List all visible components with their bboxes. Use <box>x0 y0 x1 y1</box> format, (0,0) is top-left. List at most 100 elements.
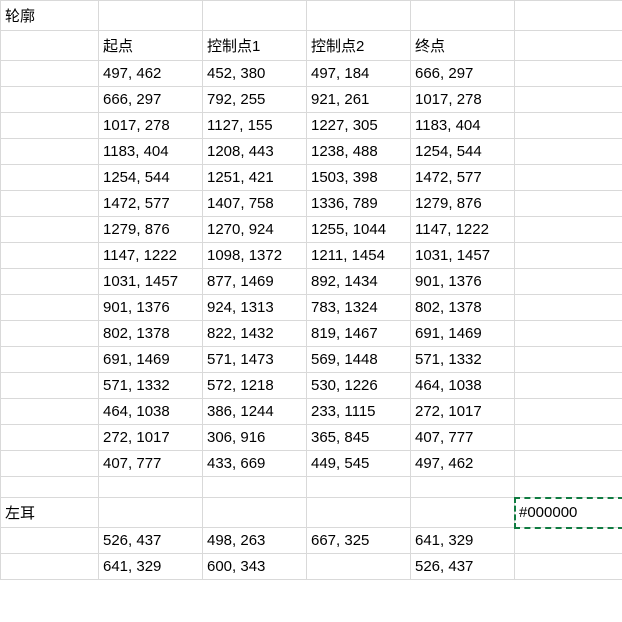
cell[interactable] <box>1 139 99 165</box>
cell[interactable]: 802, 1378 <box>99 321 203 347</box>
cell[interactable]: 1472, 577 <box>99 191 203 217</box>
cell[interactable] <box>1 113 99 139</box>
cell[interactable] <box>203 1 307 31</box>
cell[interactable] <box>203 477 307 498</box>
cell[interactable] <box>515 217 622 243</box>
cell[interactable]: 1254, 544 <box>99 165 203 191</box>
cell[interactable] <box>307 554 411 580</box>
cell[interactable]: 571, 1332 <box>411 347 515 373</box>
cell[interactable] <box>515 399 622 425</box>
cell[interactable]: 792, 255 <box>203 87 307 113</box>
cell[interactable]: 386, 1244 <box>203 399 307 425</box>
cell[interactable]: 691, 1469 <box>99 347 203 373</box>
cell[interactable] <box>515 165 622 191</box>
cell[interactable]: 497, 184 <box>307 61 411 87</box>
header-cell[interactable]: 起点 <box>99 31 203 61</box>
cell[interactable]: 641, 329 <box>411 528 515 554</box>
cell[interactable] <box>99 477 203 498</box>
cell[interactable] <box>307 498 411 528</box>
cell[interactable] <box>515 477 622 498</box>
cell[interactable] <box>515 87 622 113</box>
cell[interactable] <box>1 321 99 347</box>
cell[interactable]: 1279, 876 <box>99 217 203 243</box>
cell[interactable] <box>411 1 515 31</box>
cell[interactable] <box>203 498 307 528</box>
cell[interactable]: 497, 462 <box>411 451 515 477</box>
cell[interactable] <box>411 498 515 528</box>
cell[interactable] <box>515 61 622 87</box>
cell[interactable]: 571, 1332 <box>99 373 203 399</box>
cell[interactable]: 407, 777 <box>99 451 203 477</box>
cell[interactable] <box>515 528 622 554</box>
cell[interactable]: 526, 437 <box>99 528 203 554</box>
cell[interactable] <box>1 61 99 87</box>
cell[interactable]: 641, 329 <box>99 554 203 580</box>
cell[interactable]: 1208, 443 <box>203 139 307 165</box>
cell[interactable]: 233, 1115 <box>307 399 411 425</box>
cell[interactable] <box>515 139 622 165</box>
cell[interactable]: 1098, 1372 <box>203 243 307 269</box>
cell[interactable] <box>1 373 99 399</box>
cell[interactable]: 1254, 544 <box>411 139 515 165</box>
cell[interactable] <box>1 269 99 295</box>
cell[interactable]: 921, 261 <box>307 87 411 113</box>
cell[interactable] <box>515 269 622 295</box>
cell[interactable]: 877, 1469 <box>203 269 307 295</box>
cell[interactable] <box>515 347 622 373</box>
cell[interactable] <box>1 217 99 243</box>
cell[interactable]: 892, 1434 <box>307 269 411 295</box>
cell[interactable] <box>515 451 622 477</box>
cell[interactable]: 433, 669 <box>203 451 307 477</box>
cell[interactable]: 1279, 876 <box>411 191 515 217</box>
cell[interactable]: 569, 1448 <box>307 347 411 373</box>
cell[interactable] <box>1 477 99 498</box>
cell[interactable] <box>1 87 99 113</box>
cell[interactable]: 666, 297 <box>99 87 203 113</box>
cell[interactable] <box>1 191 99 217</box>
cell[interactable] <box>1 528 99 554</box>
cell[interactable] <box>1 425 99 451</box>
cell[interactable]: 901, 1376 <box>99 295 203 321</box>
cell[interactable] <box>515 554 622 580</box>
cell[interactable]: 1251, 421 <box>203 165 307 191</box>
cell[interactable] <box>307 1 411 31</box>
cell[interactable]: 666, 297 <box>411 61 515 87</box>
cell[interactable]: 802, 1378 <box>411 295 515 321</box>
cell[interactable]: 272, 1017 <box>99 425 203 451</box>
cell[interactable]: 1031, 1457 <box>411 243 515 269</box>
cell[interactable]: 1211, 1454 <box>307 243 411 269</box>
header-cell[interactable]: 控制点2 <box>307 31 411 61</box>
cell[interactable]: 1147, 1222 <box>99 243 203 269</box>
cell[interactable]: 1183, 404 <box>411 113 515 139</box>
color-cell[interactable]: #000000 <box>515 498 622 528</box>
cell[interactable]: 497, 462 <box>99 61 203 87</box>
cell[interactable]: 783, 1324 <box>307 295 411 321</box>
cell[interactable] <box>515 295 622 321</box>
cell[interactable]: 600, 343 <box>203 554 307 580</box>
cell[interactable]: 464, 1038 <box>99 399 203 425</box>
cell[interactable]: 1183, 404 <box>99 139 203 165</box>
cell[interactable]: 924, 1313 <box>203 295 307 321</box>
cell[interactable]: 452, 380 <box>203 61 307 87</box>
section-title[interactable]: 轮廓 <box>1 1 99 31</box>
cell[interactable] <box>411 477 515 498</box>
cell[interactable] <box>515 425 622 451</box>
cell[interactable] <box>1 399 99 425</box>
cell[interactable] <box>1 347 99 373</box>
cell[interactable]: 498, 263 <box>203 528 307 554</box>
cell[interactable] <box>99 498 203 528</box>
cell[interactable] <box>515 191 622 217</box>
cell[interactable]: 819, 1467 <box>307 321 411 347</box>
cell[interactable]: 530, 1226 <box>307 373 411 399</box>
cell[interactable]: 1127, 155 <box>203 113 307 139</box>
cell[interactable] <box>1 554 99 580</box>
cell[interactable]: 449, 545 <box>307 451 411 477</box>
header-cell[interactable]: 终点 <box>411 31 515 61</box>
cell[interactable]: 1147, 1222 <box>411 217 515 243</box>
cell[interactable] <box>515 31 622 61</box>
cell[interactable]: 1503, 398 <box>307 165 411 191</box>
cell[interactable]: 272, 1017 <box>411 399 515 425</box>
cell[interactable]: 667, 325 <box>307 528 411 554</box>
cell[interactable] <box>515 113 622 139</box>
cell[interactable]: 691, 1469 <box>411 321 515 347</box>
